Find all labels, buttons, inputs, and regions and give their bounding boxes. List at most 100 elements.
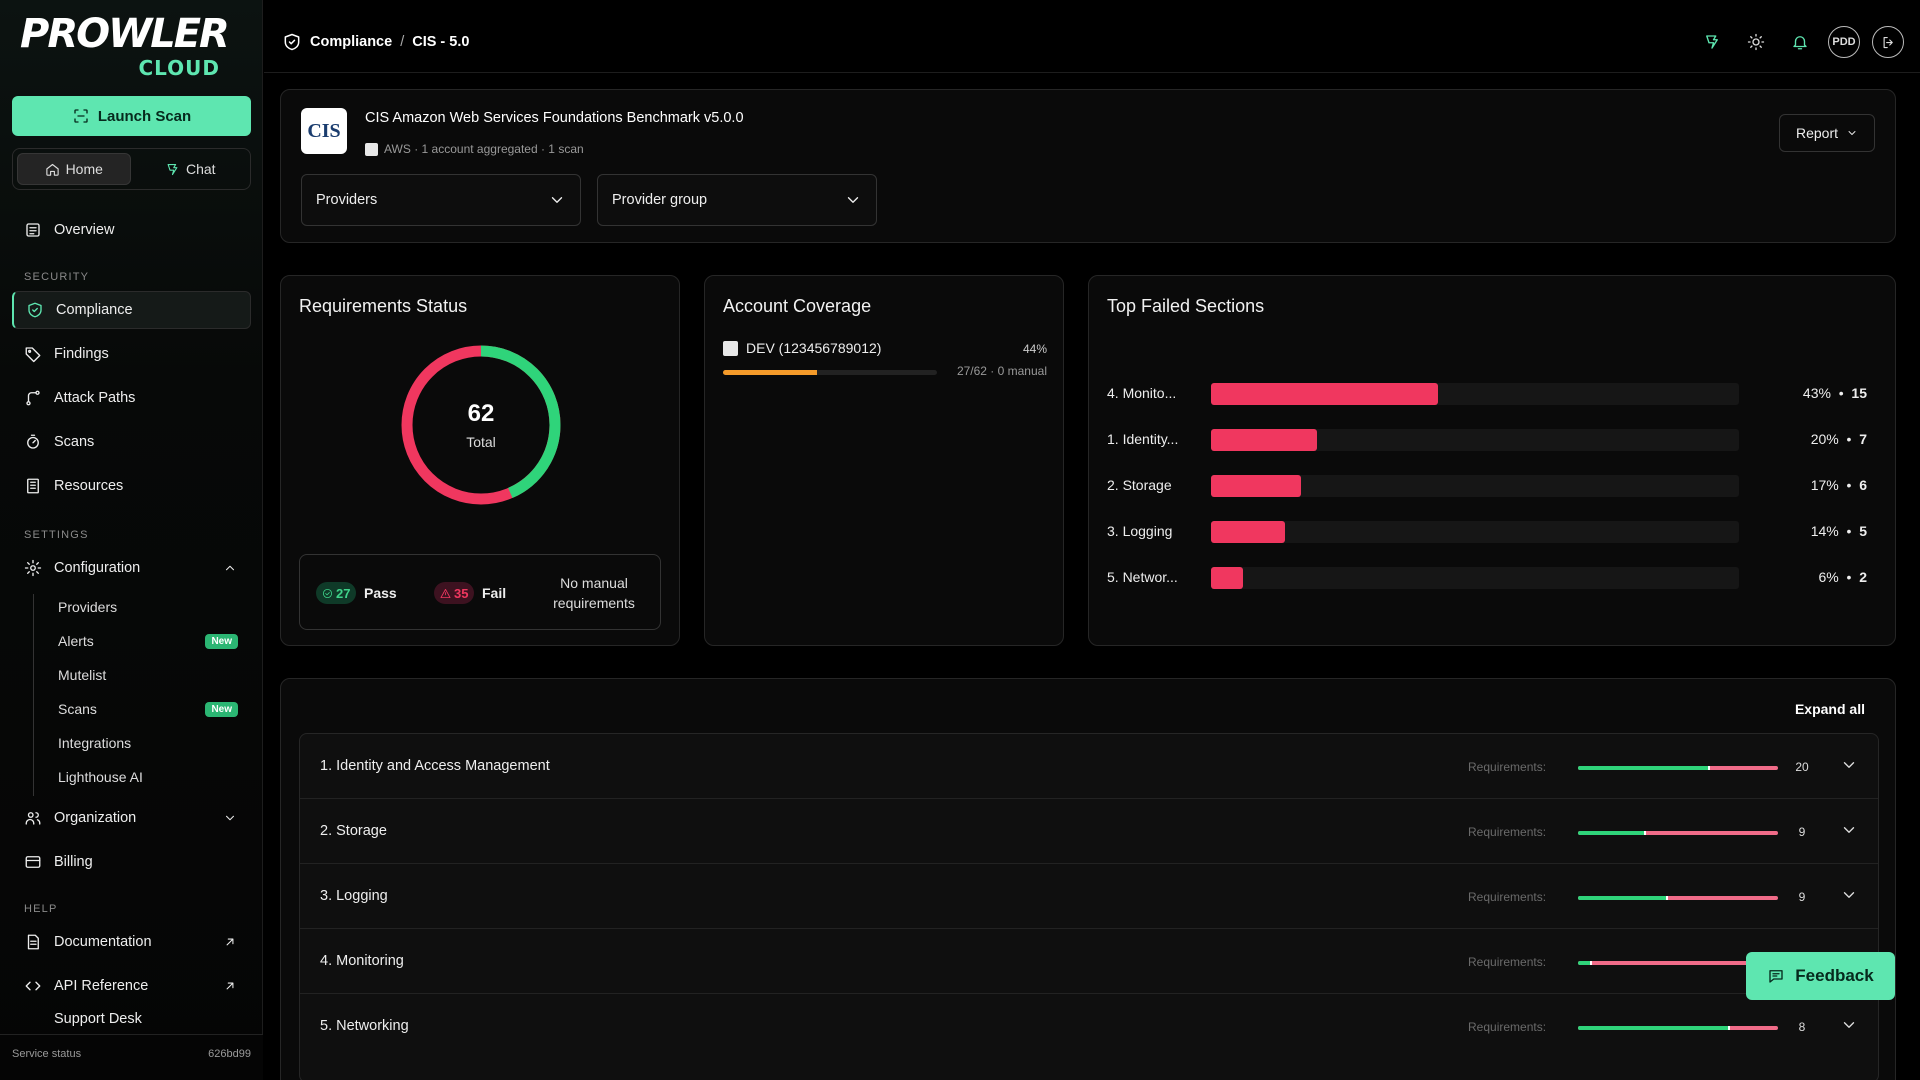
sidebar-item-resources[interactable]: Resources <box>12 467 251 505</box>
account-coverage-bar <box>723 370 937 375</box>
sun-icon <box>1747 33 1765 51</box>
sidebar-item-documentation[interactable]: Documentation <box>12 923 251 961</box>
sidebar-subitem-alerts[interactable]: Alerts New <box>58 626 248 656</box>
logout-icon <box>1881 35 1896 50</box>
section-bar-divider <box>1644 831 1646 835</box>
sidebar-subitem-mutelist[interactable]: Mutelist <box>58 660 248 690</box>
breadcrumb-separator: / <box>400 34 405 50</box>
provider-group-select-label: Provider group <box>612 192 708 208</box>
section-label-security: SECURITY <box>24 271 90 283</box>
sidebar-item-attack-paths[interactable]: Attack Paths <box>12 379 251 417</box>
failed-section-row[interactable]: 1. Identity... 20% • 7 <box>1107 427 1877 451</box>
requirements-label: Requirements: <box>1468 955 1547 969</box>
requirements-total: 62 <box>467 400 495 427</box>
failed-section-row[interactable]: 4. Monito... 43% • 15 <box>1107 381 1877 405</box>
sidebar-subitem-scans[interactable]: Scans New <box>58 694 248 724</box>
user-avatar[interactable]: PDD <box>1828 26 1860 58</box>
sidebar-footer: Service status 626bd99 <box>0 1034 263 1080</box>
pass-label: Pass <box>364 585 397 601</box>
section-row[interactable]: 1. Identity and Access Management Requir… <box>300 734 1878 799</box>
provider-group-select[interactable]: Provider group <box>597 174 877 226</box>
logo-subtitle: CLOUD <box>138 56 220 80</box>
service-status-link[interactable]: Service status <box>12 1048 81 1060</box>
logo-wordmark: PROWLER <box>20 11 230 57</box>
sidebar-item-billing[interactable]: Billing <box>12 843 251 881</box>
chat-tab[interactable]: Chat <box>135 153 247 185</box>
sidebar-subitem-integrations[interactable]: Integrations <box>58 728 248 758</box>
chevron-down-icon[interactable] <box>1840 756 1858 774</box>
chevron-down-icon[interactable] <box>1840 821 1858 839</box>
providers-select[interactable]: Providers <box>301 174 581 226</box>
fail-count: 35 <box>454 585 469 601</box>
chevron-up-icon <box>223 561 237 575</box>
section-bar-divider <box>1590 961 1592 965</box>
report-button[interactable]: Report <box>1779 114 1875 152</box>
notifications-button[interactable] <box>1784 26 1816 58</box>
sidebar-item-scans[interactable]: Scans <box>12 423 251 461</box>
sidebar-item-compliance[interactable]: Compliance <box>12 291 251 329</box>
failed-section-label: 4. Monito... <box>1107 385 1177 401</box>
prowler-logo[interactable]: PROWLER CLOUD <box>20 11 230 82</box>
sidebar-subitem-providers[interactable]: Providers <box>58 592 248 622</box>
chevron-down-icon[interactable] <box>1840 886 1858 904</box>
feedback-label: Feedback <box>1795 966 1874 985</box>
feedback-button[interactable]: Feedback <box>1746 952 1895 1000</box>
home-chat-toggle: Home Chat <box>12 148 251 190</box>
sidebar-item-findings[interactable]: Findings <box>12 335 251 373</box>
sidebar-item-organization[interactable]: Organization <box>12 799 251 837</box>
account-coverage-percent: 44% <box>1022 342 1047 356</box>
section-pass-fill <box>1578 766 1708 770</box>
expand-all-button[interactable]: Expand all <box>1795 701 1865 717</box>
sidebar-item-label: Scans <box>54 434 95 450</box>
section-row[interactable]: 5. Networking Requirements: 8 <box>300 994 1878 1059</box>
lighthouse-button[interactable] <box>1696 26 1728 58</box>
section-row[interactable]: 3. Logging Requirements: 9 <box>300 864 1878 929</box>
manual-requirements-text: No manual requirements <box>553 575 635 611</box>
section-row[interactable]: 2. Storage Requirements: 9 <box>300 799 1878 864</box>
section-row[interactable]: 4. Monitoring Requirements: 16 <box>300 929 1878 994</box>
launch-scan-button[interactable]: Launch Scan <box>12 96 251 136</box>
sidebar-subitem-lighthouse-ai[interactable]: Lighthouse AI <box>58 762 248 792</box>
theme-toggle-button[interactable] <box>1740 26 1772 58</box>
document-icon <box>24 933 42 951</box>
failed-section-value: 6% • 2 <box>1818 569 1868 585</box>
sidebar-item-api-reference[interactable]: API Reference <box>12 967 251 1005</box>
failed-section-pct: 6% <box>1818 569 1839 585</box>
gear-icon <box>24 559 42 577</box>
sidebar-item-overview[interactable]: Overview <box>12 211 251 249</box>
sidebar-item-support-desk[interactable]: Support Desk <box>12 1011 251 1027</box>
new-badge: New <box>205 701 238 717</box>
failed-section-row[interactable]: 5. Networ... 6% • 2 <box>1107 565 1877 589</box>
sign-out-button[interactable] <box>1872 26 1904 58</box>
message-icon <box>1767 967 1785 985</box>
section-pass-fill <box>1578 896 1666 900</box>
failed-section-track <box>1211 521 1739 543</box>
lighthouse-chat-icon <box>165 162 180 177</box>
chevron-down-icon <box>1846 127 1858 139</box>
failed-section-row[interactable]: 2. Storage 17% • 6 <box>1107 473 1877 497</box>
requirements-status-title: Requirements Status <box>299 296 468 316</box>
requirements-label: Requirements: <box>1468 890 1547 904</box>
failed-section-count: 7 <box>1859 431 1867 447</box>
section-bar-divider <box>1728 1026 1730 1030</box>
users-icon <box>24 809 42 827</box>
chevron-down-icon[interactable] <box>1840 1016 1858 1034</box>
section-requirements-count: 9 <box>1798 825 1806 839</box>
failed-section-count: 6 <box>1859 477 1867 493</box>
section-name: 2. Storage <box>320 823 387 839</box>
home-tab[interactable]: Home <box>17 153 131 185</box>
section-pass-fill <box>1578 831 1644 835</box>
failed-section-label: 1. Identity... <box>1107 431 1179 447</box>
home-tab-label: Home <box>65 161 103 177</box>
failed-section-label: 5. Networ... <box>1107 569 1178 585</box>
shield-check-icon <box>282 32 302 52</box>
failed-section-row[interactable]: 3. Logging 14% • 5 <box>1107 519 1877 543</box>
sidebar-item-configuration[interactable]: Configuration <box>12 549 251 587</box>
git-branch-icon <box>24 389 42 407</box>
pass-count: 27 <box>336 585 351 601</box>
breadcrumb-root[interactable]: Compliance <box>310 34 392 50</box>
failed-section-count: 5 <box>1859 523 1867 539</box>
failed-section-count: 15 <box>1851 385 1867 401</box>
section-requirements-count: 9 <box>1798 890 1806 904</box>
requirements-status-card: Requirements Status 62 Total 27 Pass 35 … <box>280 275 680 646</box>
